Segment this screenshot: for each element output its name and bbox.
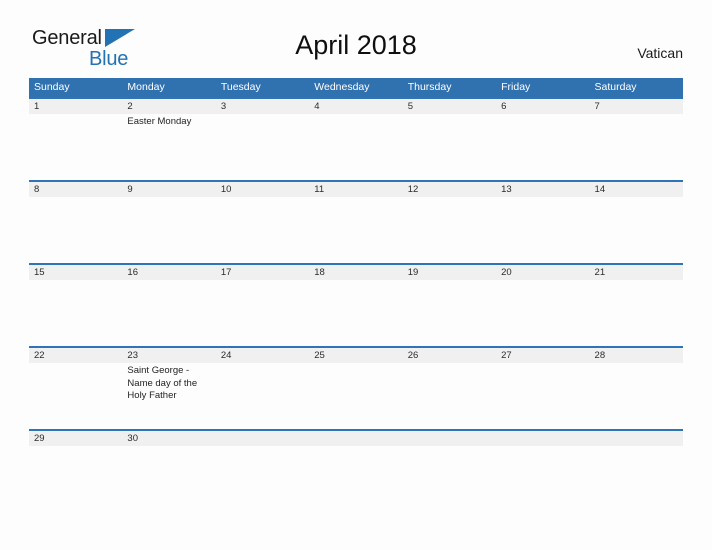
- day-number[interactable]: 28: [590, 348, 683, 363]
- day-event: [590, 446, 683, 474]
- day-number[interactable]: 30: [122, 431, 215, 446]
- day-number[interactable]: 12: [403, 182, 496, 197]
- week-date-band: 15 16 17 18 19 20 21: [29, 265, 683, 280]
- day-event: [309, 363, 402, 429]
- day-number[interactable]: 9: [122, 182, 215, 197]
- dow-wednesday: Wednesday: [314, 81, 370, 93]
- calendar-week-row: 22 23 24 25 26 27 28 Saint George - Name…: [29, 346, 683, 429]
- day-event: Saint George - Name day of the Holy Fath…: [127, 365, 198, 401]
- day-number[interactable]: 2: [122, 99, 215, 114]
- day-event: Easter Monday: [127, 116, 192, 127]
- day-event: [216, 114, 309, 180]
- day-number[interactable]: 27: [496, 348, 589, 363]
- day-number[interactable]: 17: [216, 265, 309, 280]
- day-number: [403, 431, 496, 446]
- day-number[interactable]: 11: [309, 182, 402, 197]
- week-date-band: 8 9 10 11 12 13 14: [29, 182, 683, 197]
- dow-thursday: Thursday: [407, 81, 452, 93]
- day-event: [496, 363, 589, 429]
- day-number[interactable]: 4: [309, 99, 402, 114]
- day-number: [496, 431, 589, 446]
- dow-friday: Friday: [501, 81, 531, 93]
- calendar-grid: Sunday Monday Tuesday Wednesday Thursday…: [29, 78, 683, 474]
- day-number[interactable]: 19: [403, 265, 496, 280]
- day-event: [122, 446, 215, 474]
- week-date-band: 22 23 24 25 26 27 28: [29, 348, 683, 363]
- day-number[interactable]: 29: [29, 431, 122, 446]
- week-event-band: [29, 280, 683, 346]
- calendar-week-row: 29 30: [29, 429, 683, 474]
- day-number[interactable]: 10: [216, 182, 309, 197]
- day-number[interactable]: 14: [590, 182, 683, 197]
- day-event: [590, 363, 683, 429]
- day-number: [590, 431, 683, 446]
- day-event: [590, 114, 683, 180]
- day-event: [403, 280, 496, 346]
- day-number[interactable]: 5: [403, 99, 496, 114]
- day-number[interactable]: 23: [122, 348, 215, 363]
- day-event: [496, 197, 589, 263]
- dow-saturday: Saturday: [594, 81, 637, 93]
- dow-tuesday: Tuesday: [220, 81, 261, 93]
- day-event: [29, 280, 122, 346]
- day-number[interactable]: 24: [216, 348, 309, 363]
- day-event: [216, 280, 309, 346]
- day-event: [590, 280, 683, 346]
- day-event: [496, 446, 589, 474]
- day-number[interactable]: 6: [496, 99, 589, 114]
- day-number[interactable]: 7: [590, 99, 683, 114]
- day-number[interactable]: 3: [216, 99, 309, 114]
- day-event: [403, 114, 496, 180]
- day-event: [216, 363, 309, 429]
- calendar-week-row: 8 9 10 11 12 13 14: [29, 180, 683, 263]
- day-event: [216, 197, 309, 263]
- day-number[interactable]: 16: [122, 265, 215, 280]
- day-number: [309, 431, 402, 446]
- day-event: [496, 114, 589, 180]
- day-number[interactable]: 15: [29, 265, 122, 280]
- calendar-week-row: 1 2 3 4 5 6 7 Easter Monday: [29, 97, 683, 180]
- day-number[interactable]: 1: [29, 99, 122, 114]
- day-number[interactable]: 20: [496, 265, 589, 280]
- day-number[interactable]: 13: [496, 182, 589, 197]
- day-event: [29, 446, 122, 474]
- day-event: [403, 446, 496, 474]
- day-event: [309, 114, 402, 180]
- day-event: [590, 197, 683, 263]
- day-event: [122, 197, 215, 263]
- day-event: [216, 446, 309, 474]
- day-event: [29, 363, 122, 429]
- dow-monday: Monday: [127, 81, 165, 93]
- calendar-week-row: 15 16 17 18 19 20 21: [29, 263, 683, 346]
- day-event: [309, 446, 402, 474]
- day-event: [403, 197, 496, 263]
- calendar-page: General Blue April 2018 Vatican Sunday M…: [0, 0, 712, 550]
- page-title: April 2018: [295, 30, 417, 60]
- day-event: [309, 280, 402, 346]
- week-event-band: [29, 446, 683, 474]
- day-event: [496, 280, 589, 346]
- week-event-band: [29, 197, 683, 263]
- week-event-band: Saint George - Name day of the Holy Fath…: [29, 363, 683, 429]
- day-number[interactable]: 21: [590, 265, 683, 280]
- week-date-band: 29 30: [29, 431, 683, 446]
- dow-sunday: Sunday: [34, 81, 70, 93]
- day-number[interactable]: 25: [309, 348, 402, 363]
- page-header: General Blue April 2018 Vatican: [0, 0, 712, 69]
- day-event: [29, 197, 122, 263]
- day-event: [122, 280, 215, 346]
- day-number[interactable]: 26: [403, 348, 496, 363]
- day-event: [309, 197, 402, 263]
- day-event: [29, 114, 122, 180]
- day-number[interactable]: 18: [309, 265, 402, 280]
- day-number[interactable]: 8: [29, 182, 122, 197]
- region-label: Vatican: [637, 45, 683, 61]
- day-number[interactable]: 22: [29, 348, 122, 363]
- day-event: [403, 363, 496, 429]
- day-of-week-header: Sunday Monday Tuesday Wednesday Thursday…: [29, 78, 683, 97]
- week-date-band: 1 2 3 4 5 6 7: [29, 99, 683, 114]
- week-event-band: Easter Monday: [29, 114, 683, 180]
- day-number: [216, 431, 309, 446]
